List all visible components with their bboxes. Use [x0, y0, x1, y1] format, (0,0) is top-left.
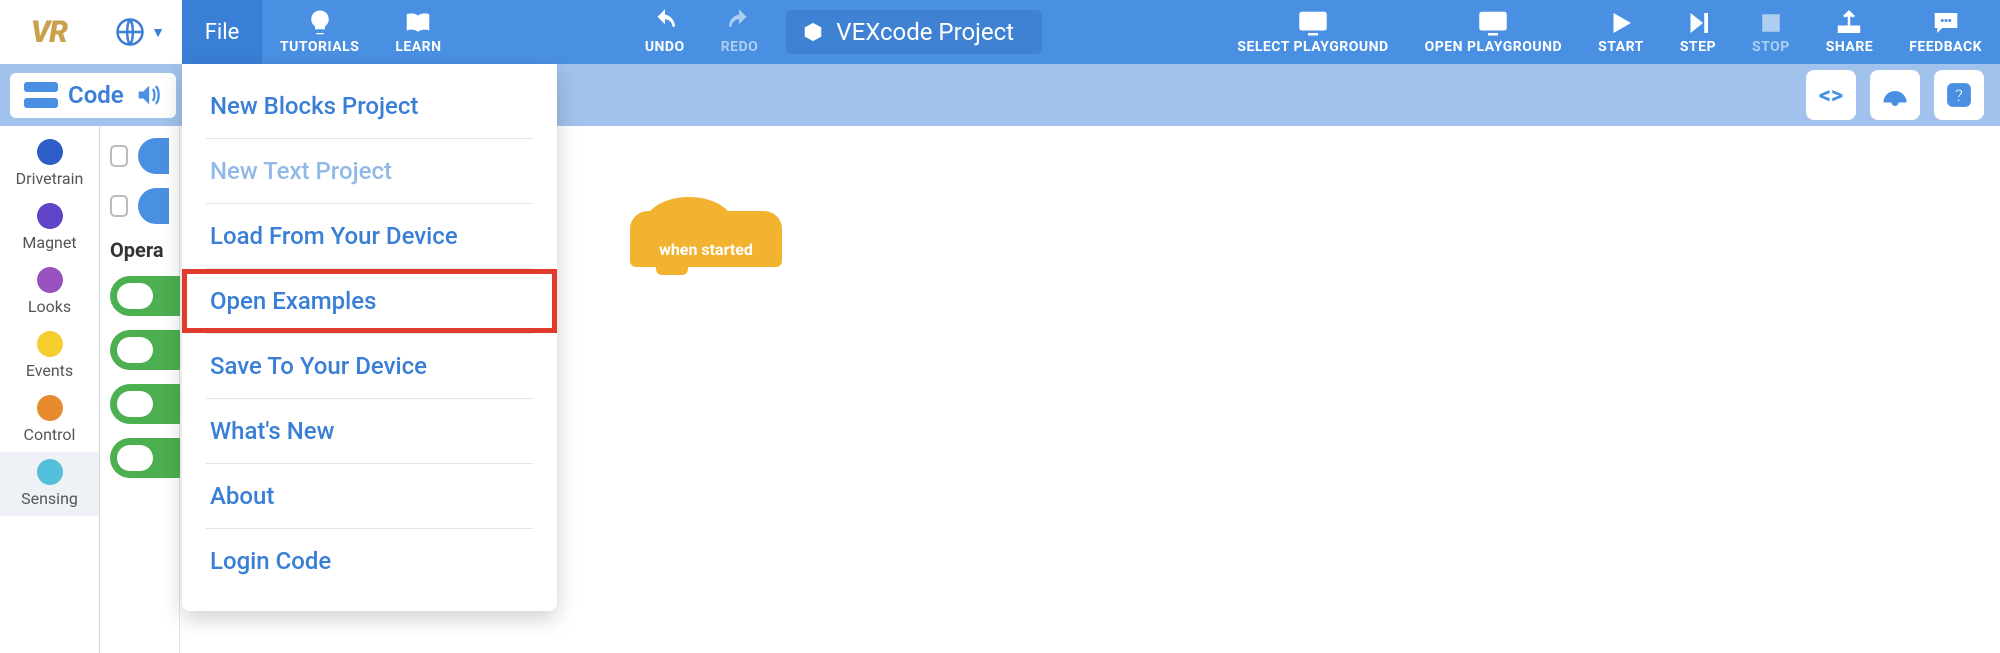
chevron-down-icon: ▼	[151, 24, 165, 41]
code-toggle-button[interactable]: <>	[1806, 70, 1856, 120]
dot-icon	[37, 203, 63, 229]
dot-icon	[37, 267, 63, 293]
category-label: Drivetrain	[16, 169, 84, 188]
stop-icon	[1756, 9, 1786, 37]
file-menu-load[interactable]: Load From Your Device	[182, 204, 557, 268]
file-menu-save[interactable]: Save To Your Device	[182, 334, 557, 398]
blocks-icon	[24, 82, 58, 108]
tutorials-label: TUTORIALS	[280, 39, 359, 55]
stop-label: STOP	[1752, 39, 1790, 55]
top-toolbar: VR ▼ File TUTORIALS LEARN UNDO REDO VEXc…	[0, 0, 2000, 64]
project-name-text: VEXcode Project	[836, 18, 1014, 46]
file-menu-button[interactable]: File	[182, 0, 262, 64]
redo-label: REDO	[721, 39, 759, 55]
share-icon	[1834, 9, 1864, 37]
code-viewer-tab[interactable]: Code	[10, 73, 176, 118]
start-button[interactable]: START	[1580, 0, 1662, 64]
file-dropdown: New Blocks Project New Text Project Load…	[182, 64, 557, 611]
step-icon	[1683, 9, 1713, 37]
play-icon	[1606, 9, 1636, 37]
redo-icon	[724, 9, 754, 37]
right-toolbox: <> ?	[1806, 70, 2000, 120]
open-playground-label: OPEN PLAYGROUND	[1425, 39, 1562, 55]
logo: VR	[0, 0, 98, 64]
palette-block[interactable]	[110, 138, 169, 174]
dot-icon	[37, 459, 63, 485]
category-drivetrain[interactable]: Drivetrain	[0, 132, 99, 196]
file-menu-login[interactable]: Login Code	[182, 529, 557, 593]
category-magnet[interactable]: Magnet	[0, 196, 99, 260]
category-column: Drivetrain Magnet Looks Events Control S…	[0, 126, 100, 653]
category-label: Events	[26, 361, 73, 380]
gauge-icon	[1880, 80, 1910, 110]
dot-icon	[37, 331, 63, 357]
redo-button[interactable]: REDO	[703, 0, 777, 64]
palette-heading: Opera	[110, 238, 169, 262]
category-label: Control	[24, 425, 76, 444]
dot-icon	[37, 139, 63, 165]
category-label: Sensing	[21, 489, 78, 508]
file-menu-new-blocks[interactable]: New Blocks Project	[182, 74, 557, 138]
book-icon	[403, 9, 433, 37]
speech-icon	[1931, 9, 1961, 37]
share-label: SHARE	[1826, 39, 1873, 55]
globe-icon	[115, 17, 145, 47]
when-started-block[interactable]: when started	[630, 211, 782, 267]
angle-brackets-icon: <>	[1819, 81, 1844, 109]
category-label: Looks	[28, 297, 71, 316]
layers-icon	[1478, 9, 1508, 37]
file-menu-whatsnew[interactable]: What's New	[182, 399, 557, 463]
start-label: START	[1598, 39, 1644, 55]
category-sensing[interactable]: Sensing	[0, 452, 99, 516]
checkbox[interactable]	[110, 195, 128, 217]
lightbulb-icon	[305, 9, 335, 37]
step-label: STEP	[1680, 39, 1716, 55]
file-label: File	[205, 20, 240, 45]
logo-text: VR	[31, 15, 67, 50]
undo-label: UNDO	[645, 39, 685, 55]
when-started-label: when started	[659, 240, 753, 259]
file-menu-open-examples[interactable]: Open Examples	[182, 269, 557, 333]
undo-button[interactable]: UNDO	[627, 0, 703, 64]
stop-button[interactable]: STOP	[1734, 0, 1808, 64]
feedback-button[interactable]: FEEDBACK	[1891, 0, 2000, 64]
dashboard-button[interactable]	[1870, 70, 1920, 120]
checkbox[interactable]	[110, 145, 128, 167]
category-looks[interactable]: Looks	[0, 260, 99, 324]
help-icon: ?	[1944, 80, 1974, 110]
feedback-label: FEEDBACK	[1909, 39, 1982, 55]
project-name-field[interactable]: VEXcode Project	[786, 10, 1042, 54]
file-menu-about[interactable]: About	[182, 464, 557, 528]
file-menu-new-text[interactable]: New Text Project	[182, 139, 557, 203]
palette-block[interactable]	[110, 188, 169, 224]
svg-text:?: ?	[1955, 86, 1964, 106]
language-button[interactable]: ▼	[98, 0, 182, 64]
help-button[interactable]: ?	[1934, 70, 1984, 120]
blocks-palette: Opera	[100, 126, 180, 653]
select-playground-label: SELECT PLAYGROUND	[1237, 39, 1388, 55]
category-control[interactable]: Control	[0, 388, 99, 452]
tutorials-button[interactable]: TUTORIALS	[262, 0, 377, 64]
category-events[interactable]: Events	[0, 324, 99, 388]
learn-button[interactable]: LEARN	[377, 0, 459, 64]
select-playground-button[interactable]: SELECT PLAYGROUND	[1219, 0, 1406, 64]
undo-icon	[650, 9, 680, 37]
share-button[interactable]: SHARE	[1808, 0, 1891, 64]
dot-icon	[37, 395, 63, 421]
code-label: Code	[68, 81, 124, 109]
hex-icon	[802, 21, 824, 43]
learn-label: LEARN	[395, 39, 441, 55]
step-button[interactable]: STEP	[1662, 0, 1734, 64]
open-playground-button[interactable]: OPEN PLAYGROUND	[1407, 0, 1580, 64]
monitor-icon	[1298, 9, 1328, 37]
sound-icon	[134, 81, 162, 109]
category-label: Magnet	[22, 233, 76, 252]
